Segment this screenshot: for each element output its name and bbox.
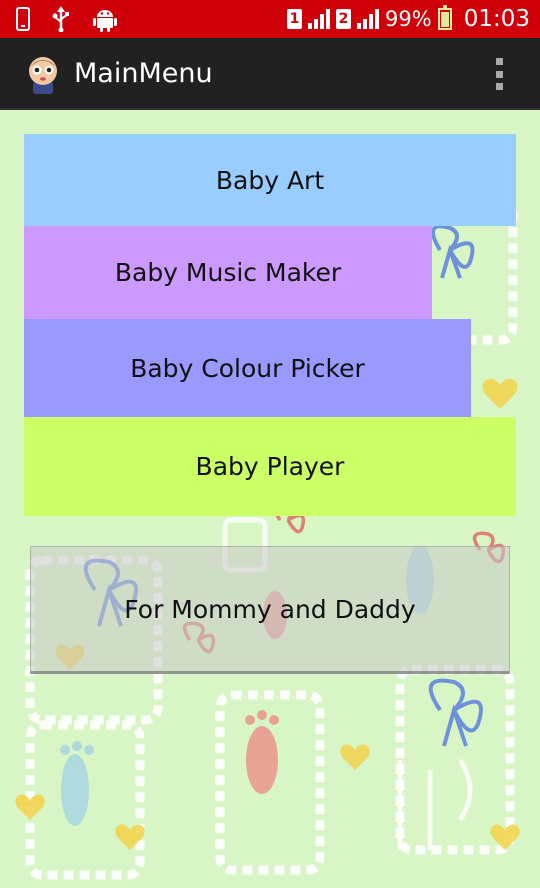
baby-music-maker-button[interactable]: Baby Music Maker: [24, 226, 432, 319]
android-icon: [93, 10, 117, 32]
main-content: Baby Art Baby Music Maker Baby Colour Pi…: [0, 110, 540, 888]
sim1-badge: 1: [287, 9, 303, 29]
signal-icon: [308, 9, 331, 29]
battery-charging-icon: [437, 5, 452, 30]
battery-percent: 99%: [385, 7, 432, 31]
usb-icon: [52, 6, 69, 32]
for-parents-button[interactable]: For Mommy and Daddy: [30, 546, 510, 674]
clock: 01:03: [463, 6, 530, 32]
status-bar: 1 2 99% 01:03: [0, 0, 540, 38]
baby-player-button[interactable]: Baby Player: [24, 417, 516, 516]
baby-art-button[interactable]: Baby Art: [24, 134, 516, 226]
sim2-badge: 2: [336, 9, 352, 29]
phone-icon: [16, 7, 30, 31]
system-status: 1 2 99% 01:03: [287, 5, 530, 32]
overflow-menu-icon[interactable]: [496, 58, 504, 90]
signal-icon: [357, 9, 380, 29]
notification-icons: [16, 6, 118, 32]
baby-colour-picker-button[interactable]: Baby Colour Picker: [24, 319, 471, 417]
app-title: MainMenu: [74, 58, 213, 89]
action-bar: MainMenu: [0, 38, 540, 110]
baby-face-icon[interactable]: [24, 54, 62, 94]
